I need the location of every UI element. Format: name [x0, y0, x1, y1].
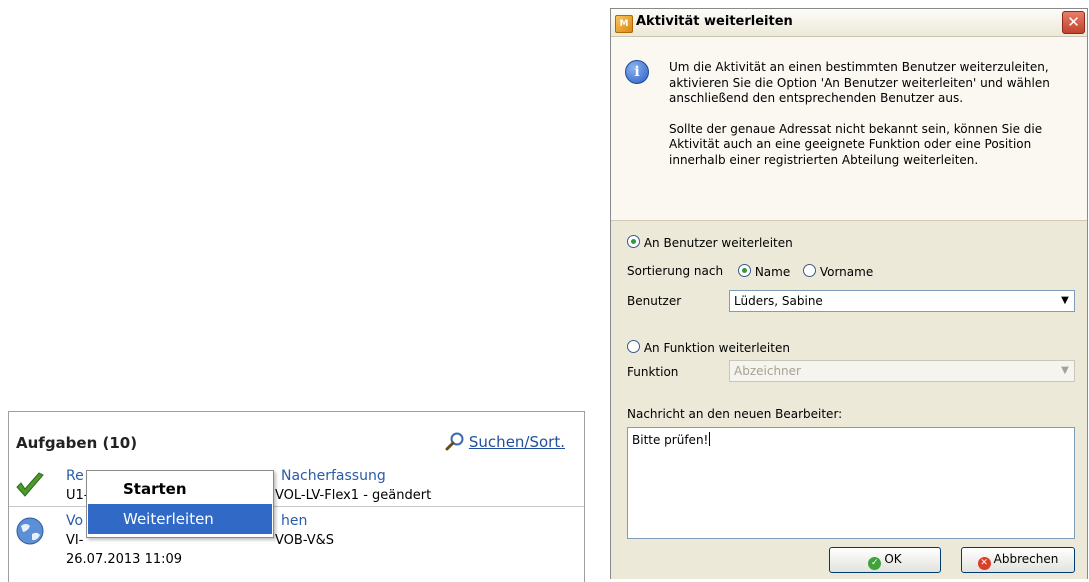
sort-label: Sortierung nach — [627, 264, 724, 278]
info-paragraph: Um die Aktivität an einen bestimmten Ben… — [669, 60, 1050, 105]
checkmark-icon — [16, 472, 44, 497]
info-icon: i — [625, 60, 649, 84]
function-label: Funktion — [627, 365, 679, 379]
radio-label: An Funktion weiterleiten — [643, 341, 790, 355]
radio-sort-name[interactable]: Name — [738, 264, 790, 279]
message-value[interactable]: Bitte prüfen! — [632, 432, 711, 447]
user-select[interactable]: Lüders, Sabine ▼ — [729, 290, 1075, 312]
cancel-button[interactable]: ✕ Abbrechen — [961, 547, 1075, 573]
context-menu: Starten Weiterleiten — [86, 470, 274, 538]
menu-item-starten[interactable]: Starten — [88, 474, 272, 504]
radio-function-forward[interactable]: An Funktion weiterleiten — [627, 340, 790, 355]
task-subtitle-end: VOB-V&S — [275, 533, 335, 548]
radio-sort-vorname[interactable]: Vorname — [803, 264, 873, 279]
user-select-value: Lüders, Sabine — [734, 294, 823, 308]
info-box: i Um die Aktivität an einen bestimmten B… — [611, 37, 1087, 221]
tasks-header: Aufgaben (10) Suchen/Sort. — [9, 412, 584, 461]
message-text: Bitte prüfen! — [632, 433, 709, 447]
forward-activity-dialog: M Aktivität weiterleiten ✕ i Um die Akti… — [610, 8, 1088, 579]
chevron-down-icon: ▼ — [1061, 365, 1069, 376]
check-icon: ✓ — [868, 557, 882, 570]
close-button[interactable]: ✕ — [1062, 11, 1085, 34]
ok-label: OK — [884, 552, 902, 566]
cancel-icon: ✕ — [977, 557, 991, 570]
function-select[interactable]: Abzeichner ▼ — [729, 360, 1075, 382]
radio-button[interactable] — [738, 264, 751, 277]
radio-button[interactable] — [627, 340, 640, 353]
radio-user-forward[interactable]: An Benutzer weiterleiten — [627, 235, 793, 250]
text-caret — [709, 432, 711, 446]
dialog-title: Aktivität weiterleiten — [636, 14, 793, 29]
chevron-down-icon[interactable]: ▼ — [1056, 291, 1074, 311]
radio-label: Vorname — [819, 265, 874, 279]
task-title-start[interactable]: Vo — [66, 513, 83, 529]
task-title-end[interactable]: hen — [281, 513, 307, 529]
task-subtitle-end: VOL-LV-Flex1 - geändert — [275, 488, 432, 503]
task-subtitle-start: VI- — [66, 533, 84, 548]
ok-button[interactable]: ✓ OK — [829, 547, 941, 573]
dialog-titlebar[interactable]: M Aktivität weiterleiten ✕ — [611, 9, 1087, 37]
task-date: 26.07.2013 11:09 — [66, 552, 183, 567]
app-icon: M — [615, 15, 633, 33]
globe-icon — [16, 517, 44, 545]
search-sort-link[interactable]: Suchen/Sort. — [445, 432, 565, 452]
radio-button[interactable] — [803, 264, 816, 277]
tasks-title: Aufgaben (10) — [16, 434, 138, 452]
info-text: Um die Aktivität an einen bestimmten Ben… — [669, 60, 1079, 183]
task-title-end[interactable]: Nacherfassung — [281, 468, 386, 484]
task-title-start[interactable]: Re — [66, 468, 84, 484]
message-label: Nachricht an den neuen Bearbeiter: — [627, 407, 843, 421]
message-textarea[interactable]: Bitte prüfen! — [627, 427, 1075, 539]
search-sort-label[interactable]: Suchen/Sort. — [469, 433, 565, 451]
function-select-placeholder: Abzeichner — [734, 364, 801, 378]
radio-label: Name — [754, 265, 791, 279]
cancel-label: Abbrechen — [993, 552, 1059, 566]
radio-button[interactable] — [627, 235, 640, 248]
radio-label: An Benutzer weiterleiten — [643, 236, 793, 250]
info-paragraph: Sollte der genaue Adressat nicht bekannt… — [669, 121, 1043, 167]
menu-item-weiterleiten[interactable]: Weiterleiten — [88, 504, 272, 534]
magnifier-icon — [445, 432, 464, 451]
user-label: Benutzer — [627, 294, 682, 308]
